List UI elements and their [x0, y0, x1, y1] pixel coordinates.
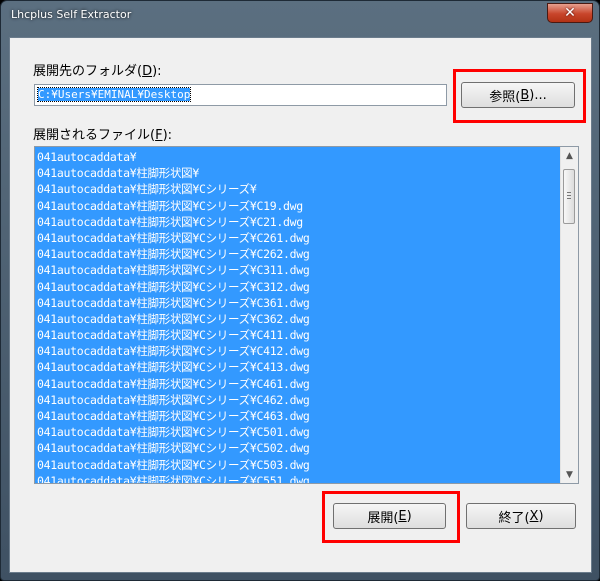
- title-bar[interactable]: Lhcplus Self Extractor ✕: [1, 1, 599, 35]
- extract-highlight-box: [322, 491, 460, 543]
- files-label: 展開されるファイル(F):: [33, 124, 172, 143]
- file-list-rows: 041autocaddata¥ 041autocaddata¥柱脚形状図¥ 041a…: [35, 149, 555, 483]
- exit-button[interactable]: 終了(X): [466, 503, 576, 529]
- exit-accesskey: X: [529, 508, 539, 524]
- close-button[interactable]: ✕: [547, 3, 593, 23]
- folder-label-accesskey: D: [142, 64, 153, 79]
- list-item[interactable]: 041autocaddata¥柱脚形状図¥Cシリーズ¥C361.dwg: [35, 295, 555, 311]
- dialog-client: 展開先のフォルダ(D): C:¥Users¥EMINAL¥Desktop 参照(…: [9, 37, 592, 573]
- list-item[interactable]: 041autocaddata¥柱脚形状図¥Cシリーズ¥C19.dwg: [35, 198, 555, 214]
- list-item[interactable]: 041autocaddata¥柱脚形状図¥Cシリーズ¥C311.dwg: [35, 262, 555, 278]
- list-item[interactable]: 041autocaddata¥柱脚形状図¥Cシリーズ¥C551.dwg: [35, 473, 555, 483]
- destination-folder-value: C:¥Users¥EMINAL¥Desktop: [36, 87, 192, 102]
- list-item[interactable]: 041autocaddata¥柱脚形状図¥Cシリーズ¥C461.dwg: [35, 376, 555, 392]
- app-window: Lhcplus Self Extractor ✕ 展開先のフォルダ(D): C:…: [0, 0, 600, 581]
- list-item[interactable]: 041autocaddata¥柱脚形状図¥Cシリーズ¥C502.dwg: [35, 440, 555, 456]
- list-item[interactable]: 041autocaddata¥柱脚形状図¥Cシリーズ¥C262.dwg: [35, 246, 555, 262]
- list-item[interactable]: 041autocaddata¥柱脚形状図¥Cシリーズ¥C463.dwg: [35, 408, 555, 424]
- list-item[interactable]: 041autocaddata¥柱脚形状図¥Cシリーズ¥C412.dwg: [35, 343, 555, 359]
- files-label-text: 展開されるファイル(: [33, 128, 156, 143]
- folder-label-suffix: ):: [152, 64, 162, 79]
- list-item[interactable]: 041autocaddata¥柱脚形状図¥Cシリーズ¥: [35, 181, 555, 197]
- folder-label: 展開先のフォルダ(D):: [33, 60, 162, 79]
- window-title: Lhcplus Self Extractor: [11, 8, 132, 21]
- file-list[interactable]: 041autocaddata¥ 041autocaddata¥柱脚形状図¥ 041a…: [34, 146, 579, 484]
- list-item[interactable]: 041autocaddata¥柱脚形状図¥Cシリーズ¥C362.dwg: [35, 311, 555, 327]
- destination-folder-input[interactable]: C:¥Users¥EMINAL¥Desktop: [34, 84, 447, 106]
- list-item[interactable]: 041autocaddata¥柱脚形状図¥Cシリーズ¥C312.dwg: [35, 279, 555, 295]
- exit-label-suffix: ): [538, 508, 544, 524]
- scroll-thumb[interactable]: [563, 169, 575, 224]
- list-item[interactable]: 041autocaddata¥柱脚形状図¥Cシリーズ¥C261.dwg: [35, 230, 555, 246]
- list-item[interactable]: 041autocaddata¥柱脚形状図¥Cシリーズ¥C411.dwg: [35, 327, 555, 343]
- scroll-up-icon[interactable]: ▲: [561, 147, 578, 164]
- list-item[interactable]: 041autocaddata¥柱脚形状図¥Cシリーズ¥C413.dwg: [35, 359, 555, 375]
- list-item[interactable]: 041autocaddata¥柱脚形状図¥Cシリーズ¥C503.dwg: [35, 457, 555, 473]
- list-item[interactable]: 041autocaddata¥柱脚形状図¥: [35, 165, 555, 181]
- files-label-suffix: ):: [162, 128, 173, 143]
- list-item[interactable]: 041autocaddata¥: [35, 149, 555, 165]
- list-item[interactable]: 041autocaddata¥柱脚形状図¥Cシリーズ¥C462.dwg: [35, 392, 555, 408]
- vertical-scrollbar[interactable]: ▲ ▼: [560, 147, 578, 483]
- close-icon: ✕: [564, 5, 576, 21]
- exit-label: 終了(: [498, 510, 530, 526]
- folder-label-text: 展開先のフォルダ(: [33, 64, 143, 79]
- list-item[interactable]: 041autocaddata¥柱脚形状図¥Cシリーズ¥C501.dwg: [35, 424, 555, 440]
- scroll-down-icon[interactable]: ▼: [561, 466, 578, 483]
- list-item[interactable]: 041autocaddata¥柱脚形状図¥Cシリーズ¥C21.dwg: [35, 214, 555, 230]
- browse-highlight-box: [453, 69, 586, 123]
- files-label-accesskey: F: [155, 128, 163, 143]
